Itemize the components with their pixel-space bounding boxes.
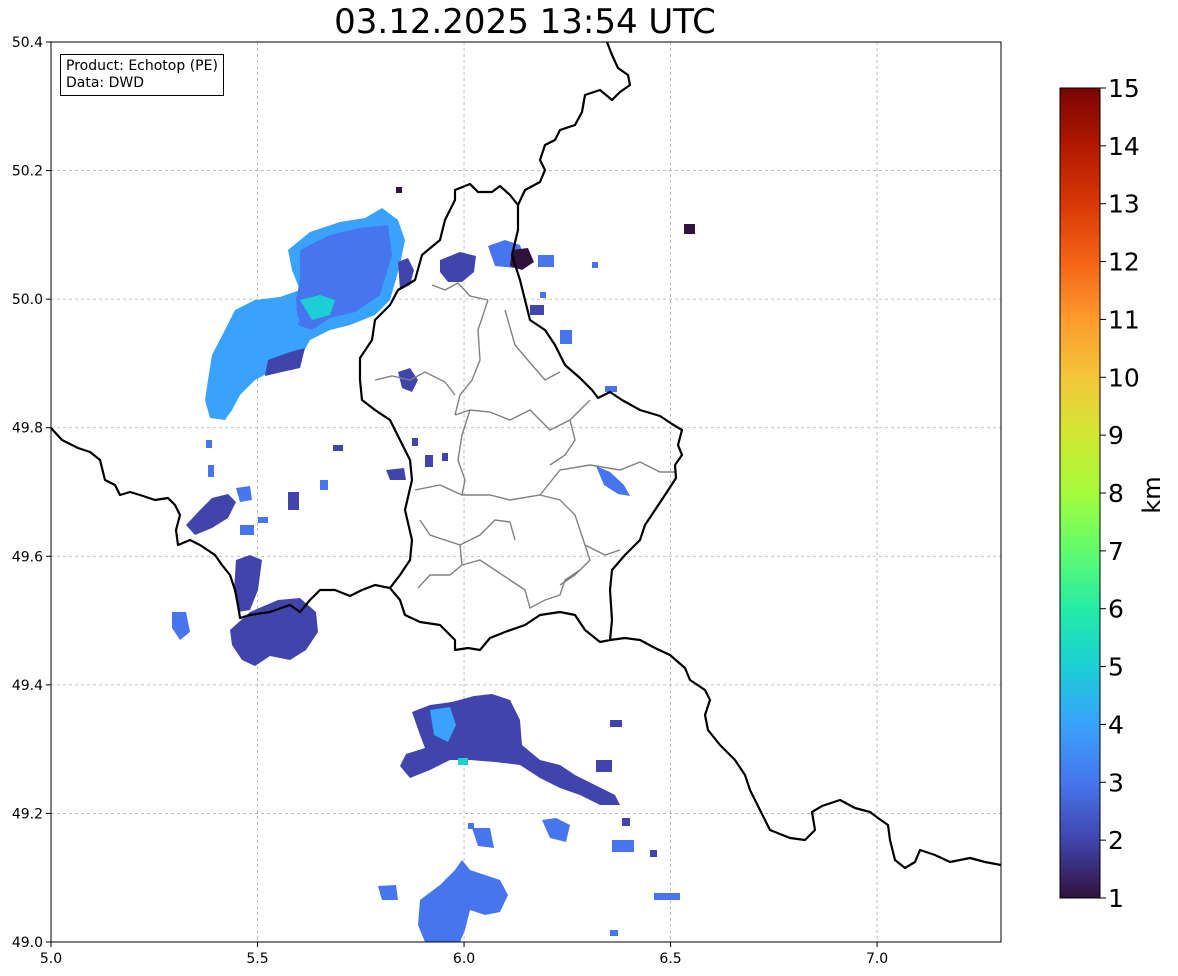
- echo-cell: [468, 823, 474, 829]
- colorbar-tick-label: 8: [1108, 479, 1124, 508]
- echo-cell: [386, 468, 406, 480]
- internal-boundaries: [374, 282, 675, 610]
- colorbar-tick-label: 5: [1108, 653, 1124, 682]
- colorbar-tick-label: 14: [1108, 132, 1140, 161]
- echo-cell: [472, 828, 494, 848]
- colorbar-tick-label: 6: [1108, 595, 1124, 624]
- echo-cell: [208, 465, 214, 477]
- colorbar-tick-label: 7: [1108, 537, 1124, 566]
- echo-cell: [596, 760, 612, 772]
- product-label: Product: Echotop (PE): [66, 58, 218, 74]
- colorbar-tick-label: 2: [1108, 826, 1124, 855]
- colorbar-tick-label: 9: [1108, 421, 1124, 450]
- colorbar: [1059, 87, 1101, 899]
- echo-cell: [412, 438, 418, 446]
- y-tick-label: 50.4: [12, 35, 43, 51]
- echo-cell: [596, 466, 630, 496]
- echo-cell: [560, 330, 572, 344]
- info-box: Product: Echotop (PE) Data: DWD: [60, 54, 224, 96]
- france-belgium-border: [51, 427, 391, 620]
- y-tick-label: 49.2: [12, 806, 43, 822]
- echo-cluster-northwest: [205, 208, 414, 420]
- echo-cell: [538, 255, 554, 267]
- echo-cell: [540, 292, 546, 298]
- colorbar-tick-label: 4: [1108, 710, 1124, 739]
- data-source-label: Data: DWD: [66, 75, 144, 91]
- echo-cell: [622, 818, 630, 826]
- x-tick-label: 6.5: [659, 951, 681, 967]
- echo-cell: [378, 885, 398, 900]
- y-tick-label: 49.6: [12, 549, 43, 565]
- y-tick-label: 49.0: [12, 935, 43, 951]
- x-tick-label: 7.0: [866, 951, 888, 967]
- echo-cell: [425, 455, 433, 467]
- gridlines: [50, 41, 1001, 943]
- echo-cell: [320, 480, 328, 490]
- echo-cluster-north-border: [396, 187, 695, 344]
- echo-cell: [650, 850, 657, 857]
- echo-cell: [186, 494, 236, 535]
- x-tick-label: 6.0: [453, 951, 475, 967]
- echo-cell: [684, 224, 695, 234]
- colorbar-ticks: 123456789101112131415: [1100, 74, 1140, 913]
- echo-cell: [542, 818, 570, 842]
- echo-cell: [654, 893, 680, 900]
- x-tick-label: 5.0: [40, 951, 62, 967]
- echotop-map: 5.0 5.5 6.0 6.5 7.0 49.0 49.2 49.4 49.6 49.8 50.0 5…: [12, 35, 1166, 967]
- y-tick-label: 50.0: [12, 292, 43, 308]
- echo-cell: [592, 262, 598, 268]
- plot-frame: [50, 41, 1002, 943]
- colorbar-tick-label: 12: [1108, 248, 1140, 277]
- colorbar-label: km: [1138, 476, 1166, 513]
- colorbar-tick-label: 11: [1108, 305, 1140, 334]
- germany-belgium-border: [517, 42, 632, 206]
- echo-cell: [236, 486, 252, 502]
- echo-cell: [418, 860, 508, 942]
- germany-border: [609, 636, 1001, 870]
- national-borders: [51, 42, 1001, 870]
- echo-cell: [440, 252, 476, 282]
- echo-cell: [258, 517, 268, 523]
- y-tick-label: 50.2: [12, 164, 43, 180]
- echo-cell: [610, 930, 618, 936]
- echo-cluster-south: [378, 694, 680, 942]
- echo-cell: [458, 758, 468, 765]
- echo-cell: [442, 453, 448, 461]
- echo-cell: [288, 492, 299, 510]
- y-tick-label: 49.4: [12, 678, 43, 694]
- echo-cell: [172, 612, 190, 640]
- colorbar-tick-label: 1: [1108, 884, 1124, 913]
- colorbar-tick-label: 3: [1108, 768, 1124, 797]
- colorbar-tick-label: 15: [1108, 74, 1140, 103]
- echo-cell: [605, 386, 617, 392]
- echo-cell: [206, 440, 212, 448]
- axes: 5.0 5.5 6.0 6.5 7.0 49.0 49.2 49.4 49.6 49.8 50.0 5…: [12, 35, 888, 967]
- colorbar-tick-label: 10: [1108, 363, 1140, 392]
- echo-cell: [530, 305, 544, 315]
- echo-cell: [240, 525, 254, 535]
- y-tick-label: 49.8: [12, 421, 43, 437]
- country-borders: [51, 42, 1001, 870]
- echo-cell: [610, 720, 622, 727]
- echo-cell: [396, 187, 402, 193]
- colorbar-tick-label: 13: [1108, 190, 1140, 219]
- x-tick-label: 5.5: [246, 951, 268, 967]
- echo-cluster-center: [386, 368, 630, 496]
- echo-cell: [333, 445, 343, 451]
- echo-cell: [612, 840, 634, 852]
